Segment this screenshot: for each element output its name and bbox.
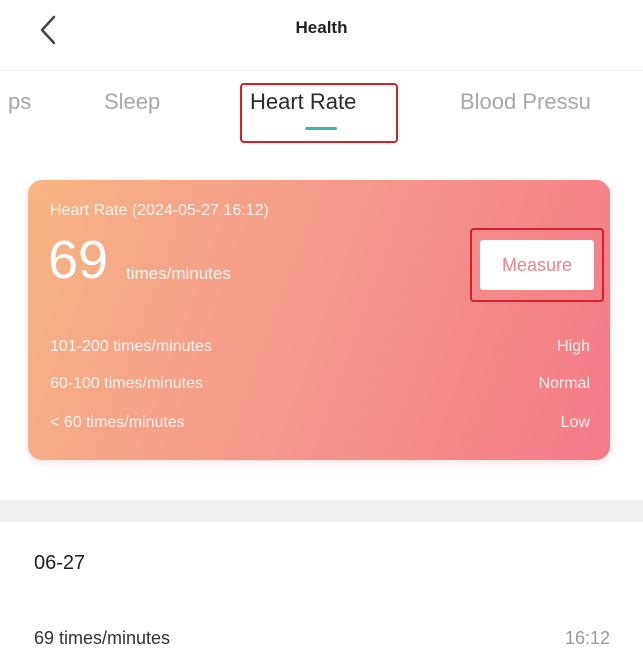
header: Health <box>0 0 643 66</box>
health-screen: Health ps Sleep Heart Rate Blood Pressu … <box>0 0 643 662</box>
section-divider <box>0 500 643 522</box>
range-row-high: 101-200 times/minutes High <box>50 338 590 356</box>
tab-sleep[interactable]: Sleep <box>104 89 160 115</box>
heart-rate-card: Heart Rate (2024-05-27 16:12) 69 times/m… <box>28 180 610 460</box>
page-title: Health <box>295 18 348 37</box>
range-level: Normal <box>538 375 590 392</box>
range-text: 60-100 times/minutes <box>50 375 203 392</box>
range-level: High <box>557 338 590 355</box>
heart-rate-unit: times/minutes <box>126 264 231 283</box>
range-row-low: < 60 times/minutes Low <box>50 414 590 432</box>
history-record[interactable]: 69 times/minutes 16:12 <box>34 628 610 649</box>
range-text: 101-200 times/minutes <box>50 338 212 355</box>
range-text: < 60 times/minutes <box>50 414 185 431</box>
tab-heart-rate[interactable]: Heart Rate <box>250 89 356 115</box>
record-time: 16:12 <box>564 628 610 648</box>
history-date: 06-27 <box>34 552 86 574</box>
range-level: Low <box>560 414 590 431</box>
active-tab-indicator <box>305 127 337 130</box>
card-title: Heart Rate (2024-05-27 16:12) <box>50 202 269 219</box>
tab-blood-pressure[interactable]: Blood Pressu <box>460 89 591 115</box>
tab-bar: ps Sleep Heart Rate Blood Pressu <box>0 70 643 151</box>
measure-button[interactable]: Measure <box>480 240 594 290</box>
heart-rate-value: 69 <box>48 230 109 290</box>
tab-steps[interactable]: ps <box>8 89 31 115</box>
record-value: 69 times/minutes <box>34 628 171 648</box>
range-row-normal: 60-100 times/minutes Normal <box>50 375 590 393</box>
